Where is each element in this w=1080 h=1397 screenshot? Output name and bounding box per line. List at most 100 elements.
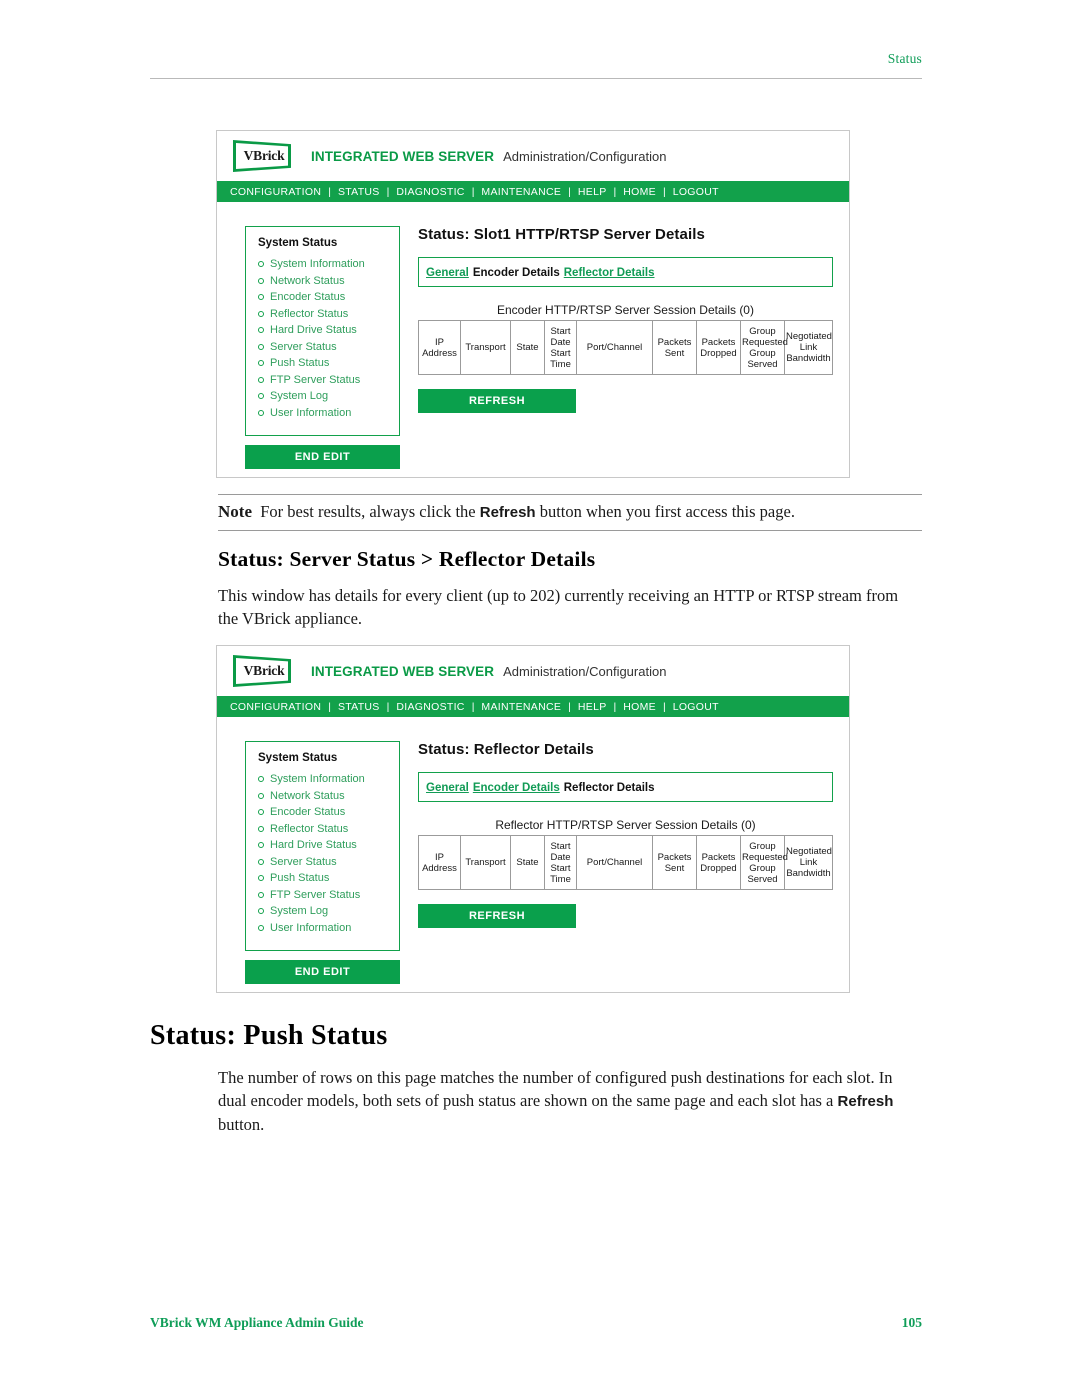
tab-bar: General Encoder Details Reflector Details xyxy=(418,772,833,802)
nav-item-logout[interactable]: LOGOUT xyxy=(673,701,719,713)
shot-slot1-topbar: VBrick INTEGRATED WEB SERVER Administratio… xyxy=(217,131,849,181)
sidebar-item-system-log[interactable]: System Log xyxy=(258,905,387,917)
bullet-icon xyxy=(258,842,264,848)
bullet-icon xyxy=(258,809,264,815)
column-header-port-channel: Port/Channel xyxy=(576,320,653,375)
sidebar-item-system-log[interactable]: System Log xyxy=(258,390,387,402)
bullet-icon xyxy=(258,875,264,881)
sidebar-item-push-status[interactable]: Push Status xyxy=(258,357,387,369)
sidebar-panel: System Status System Information Network S… xyxy=(245,226,400,436)
nav-item-home[interactable]: HOME xyxy=(623,701,656,713)
sidebar-panel: System Status System Information Network S… xyxy=(245,741,400,951)
end-edit-button[interactable]: END EDIT xyxy=(245,960,400,984)
table-header-row: IP Address Transport State Start Date Start… xyxy=(418,835,833,890)
bullet-icon xyxy=(258,261,264,267)
sidebar-title: System Status xyxy=(258,752,338,764)
sidebar-item-user-information[interactable]: User Information xyxy=(258,407,387,419)
column-header-group-requested-group-served: Group Requested Group Served xyxy=(740,320,788,375)
sidebar-item-label: System Log xyxy=(270,390,329,402)
column-header-packets-dropped: Packets Dropped xyxy=(696,320,741,375)
app-subtitle: Administration/Configuration xyxy=(503,148,667,164)
sidebar-item-server-status[interactable]: Server Status xyxy=(258,856,387,868)
nav-item-maintenance[interactable]: MAINTENANCE xyxy=(481,186,561,198)
sidebar: System Status System Information Network S… xyxy=(245,226,400,469)
sidebar-item-network-status[interactable]: Network Status xyxy=(258,275,387,287)
bullet-icon xyxy=(258,310,264,317)
sidebar-item-reflector-status[interactable]: Reflector Status xyxy=(258,308,387,320)
refresh-button[interactable]: REFRESH xyxy=(418,389,576,413)
sidebar-item-user-information[interactable]: User Information xyxy=(258,922,387,934)
end-edit-button[interactable]: END EDIT xyxy=(245,445,400,469)
page-title: Status: Slot1 HTTP/RTSP Server Details xyxy=(418,226,705,243)
tab-encoder-details[interactable]: Encoder Details xyxy=(473,782,560,794)
column-header-negotiated-link-bandwidth: Negotiated Link Bandwidth xyxy=(784,320,833,375)
nav-item-configuration[interactable]: CONFIGURATION xyxy=(230,701,321,713)
sidebar-item-system-information[interactable]: System Information xyxy=(258,258,387,270)
tab-reflector-details[interactable]: Reflector Details xyxy=(564,267,655,279)
note-line: Note For best results, always click the … xyxy=(218,502,922,522)
column-header-start-date-start-time: Start Date Start Time xyxy=(544,320,577,375)
refresh-button[interactable]: REFRESH xyxy=(418,904,576,928)
bullet-icon xyxy=(258,924,264,931)
bullet-icon xyxy=(258,858,264,865)
main-content: Status: Slot1 HTTP/RTSP Server Details Ge… xyxy=(400,226,849,469)
sidebar-title: System Status xyxy=(258,237,338,249)
sidebar-item-server-status[interactable]: Server Status xyxy=(258,341,387,353)
sidebar-item-network-status[interactable]: Network Status xyxy=(258,790,387,802)
page-title: Status: Reflector Details xyxy=(418,741,594,758)
nav-item-status[interactable]: STATUS xyxy=(338,701,380,713)
nav-separator: | xyxy=(662,700,666,713)
sidebar-item-label: Reflector Status xyxy=(270,822,349,835)
footer-page-number: 105 xyxy=(901,1315,922,1330)
tab-general[interactable]: General xyxy=(426,782,469,794)
nav-item-diagnostic[interactable]: DIAGNOSTIC xyxy=(396,186,464,198)
bullet-icon xyxy=(258,409,264,416)
bullet-icon xyxy=(258,891,264,898)
column-header-packets-sent: Packets Sent xyxy=(652,320,697,375)
column-header-packets-sent: Packets Sent xyxy=(652,835,697,890)
sidebar-item-ftp-server-status[interactable]: FTP Server Status xyxy=(258,889,387,901)
sidebar-item-label: FTP Server Status xyxy=(270,888,361,901)
nav-item-maintenance[interactable]: MAINTENANCE xyxy=(481,701,561,713)
sidebar-item-label: Push Status xyxy=(270,357,330,369)
shot-slot1-body: System Status System Information Network S… xyxy=(217,202,849,469)
bullet-icon xyxy=(258,376,264,383)
sidebar-item-push-status[interactable]: Push Status xyxy=(258,872,387,884)
bullet-icon xyxy=(258,327,264,333)
tab-bar: General Encoder Details Reflector Details xyxy=(418,257,833,287)
sidebar-item-system-information[interactable]: System Information xyxy=(258,773,387,785)
nav-separator: | xyxy=(328,185,331,198)
nav-item-help[interactable]: HELP xyxy=(578,186,607,198)
sidebar-item-ftp-server-status[interactable]: FTP Server Status xyxy=(258,374,387,386)
nav-item-home[interactable]: HOME xyxy=(623,186,656,198)
nav-separator: | xyxy=(471,185,475,198)
nav-item-help[interactable]: HELP xyxy=(578,701,607,713)
bullet-icon xyxy=(258,277,264,284)
sidebar-item-encoder-status[interactable]: Encoder Status xyxy=(258,291,387,303)
session-table-caption: Reflector HTTP/RTSP Server Session Detai… xyxy=(495,818,756,832)
sidebar-item-hard-drive-status[interactable]: Hard Drive Status xyxy=(258,324,387,336)
sidebar-item-hard-drive-status[interactable]: Hard Drive Status xyxy=(258,839,387,851)
nav-item-status[interactable]: STATUS xyxy=(338,186,380,198)
footer-guide-title: VBrick WM Appliance Admin Guide xyxy=(150,1315,364,1330)
sidebar-item-label: Server Status xyxy=(270,340,337,353)
sidebar-item-label: User Information xyxy=(270,921,352,934)
sidebar-item-encoder-status[interactable]: Encoder Status xyxy=(258,806,387,818)
nav-item-configuration[interactable]: CONFIGURATION xyxy=(230,186,321,198)
screenshot-reflector-details: VBrick INTEGRATED WEB SERVER Administratio… xyxy=(216,645,850,993)
sidebar-item-label: Server Status xyxy=(270,855,337,868)
tab-reflector-details: Reflector Details xyxy=(563,782,655,794)
page-header: Status xyxy=(150,50,922,68)
session-details-table: IP Address Transport State Start Date Start… xyxy=(418,835,833,890)
tab-general[interactable]: General xyxy=(426,267,469,279)
paragraph-push-status-b: button. xyxy=(218,1115,265,1134)
column-header-group-requested-group-served: Group Requested Group Served xyxy=(740,835,788,890)
nav-item-diagnostic[interactable]: DIAGNOSTIC xyxy=(396,701,464,713)
session-details-table: IP Address Transport State Start Date Start… xyxy=(418,320,833,375)
vbrick-logo-icon: VBrick xyxy=(233,140,291,172)
sidebar-item-reflector-status[interactable]: Reflector Status xyxy=(258,823,387,835)
sidebar-item-label: Reflector Status xyxy=(270,307,349,320)
nav-item-logout[interactable]: LOGOUT xyxy=(673,186,719,198)
column-header-start-date-start-time: Start Date Start Time xyxy=(544,835,577,890)
paragraph-push-status: The number of rows on this page matches … xyxy=(218,1066,918,1136)
